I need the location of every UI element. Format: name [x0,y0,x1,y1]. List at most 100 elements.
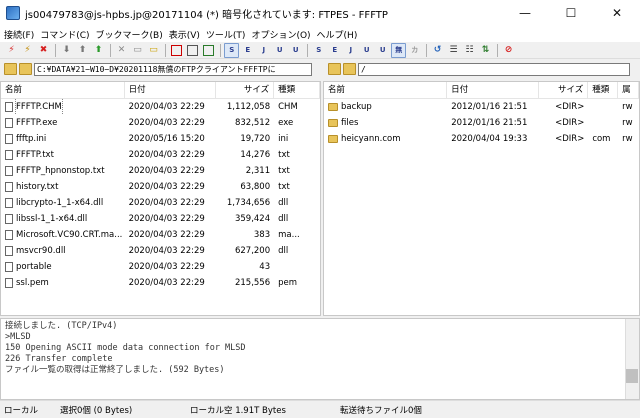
delete-icon[interactable]: ✕ [114,43,129,58]
quick-connect-icon[interactable]: ⚡ [20,43,35,58]
local-file-row[interactable]: ffftp.ini 2020/05/16 15:20 19,720 ini [1,131,320,147]
local-file-row[interactable]: libssl-1_1-x64.dll 2020/04/03 22:29 359,42… [1,211,320,227]
local-file-list[interactable]: 名前 日付 サイズ 種類 FFFTP.CHM 2020/04/03 22:29 1,… [0,81,321,316]
remote-file-size: <DIR> [555,102,585,112]
local-file-size: 383 [253,230,271,240]
local-file-type: exe [278,118,294,128]
maximize-button[interactable]: ☐ [548,0,594,26]
binary-mode-icon[interactable] [185,43,200,58]
log-window[interactable]: 接続しました. (TCP/IPv4) >MLSD 150 Opening ASC… [0,318,640,400]
menu-connect[interactable]: 接続(F) [4,28,34,41]
remote-file-attr: rw [622,118,633,128]
mkdir-icon[interactable]: ▭ [146,43,161,58]
rename-icon[interactable]: ▭ [130,43,145,58]
local-col-name[interactable]: 名前 [1,82,125,99]
remote-col-size[interactable]: サイズ [539,82,589,99]
menu-view[interactable]: 表示(V) [169,28,200,41]
kanji-utf8bom-local-icon[interactable]: U [375,43,390,58]
connect-icon[interactable]: ⚡ [4,43,19,58]
local-file-row[interactable]: history.txt 2020/04/03 22:29 63,800 txt [1,179,320,195]
sync-browse-icon[interactable]: ⇅ [478,43,493,58]
status-free-space: ローカル空 1.91T Bytes [190,405,286,416]
remote-col-name[interactable]: 名前 [324,82,448,99]
local-file-size: 832,512 [234,118,271,128]
upload-icon[interactable]: ⬆ [75,43,90,58]
remote-open-folder-icon[interactable] [343,63,356,75]
local-file-size: 359,424 [234,214,271,224]
local-file-row[interactable]: portable 2020/04/03 22:29 43 [1,259,320,275]
remote-file-date: 2020/04/04 19:33 [451,134,528,144]
kanji-jis-local-icon[interactable]: J [343,43,358,58]
ascii-mode-icon[interactable] [169,43,184,58]
local-file-row[interactable]: FFFTP_hpnonstop.txt 2020/04/03 22:29 2,311… [1,163,320,179]
close-button[interactable]: ✕ [594,0,640,26]
local-file-name: FFFTP.txt [1,147,125,163]
menu-command[interactable]: コマンド(C) [40,28,89,41]
local-file-name: portable [1,259,125,275]
remote-col-date[interactable]: 日付 [447,82,539,99]
local-file-size: 19,720 [240,134,271,144]
remote-file-row[interactable]: heicyann.com 2020/04/04 19:33 <DIR> com rw [324,131,639,147]
disconnect-icon[interactable]: ✖ [36,43,51,58]
local-path-input[interactable]: C:¥DATA¥21−W10−D¥20201118無償のFTPクライアントFFF… [34,62,312,76]
remote-file-list[interactable]: 名前 日付 サイズ 種類 属 backup 2012/01/16 21:51 <DI… [323,81,640,316]
remote-col-attr[interactable]: 属 [618,82,639,99]
log-scrollbar[interactable] [625,319,639,399]
kanji-euc-remote-icon[interactable]: E [240,43,255,58]
abort-icon[interactable]: ⊘ [501,43,516,58]
kanji-sjis-remote-icon[interactable]: S [224,42,239,58]
toolbar-separator [165,43,166,57]
menu-bookmark[interactable]: ブックマーク(B) [96,28,163,41]
local-file-row[interactable]: FFFTP.exe 2020/04/03 22:29 832,512 exe [1,115,320,131]
log-scroll-thumb[interactable] [626,369,638,383]
refresh-icon[interactable]: ↺ [430,43,445,58]
kanji-utf8-remote-icon[interactable]: U [272,43,287,58]
remote-file-name-text: files [341,118,359,128]
local-file-row[interactable]: ssl.pem 2020/04/03 22:29 215,556 pem [1,275,320,291]
local-file-name: ssl.pem [1,275,125,291]
kanji-utf8bom-remote-icon[interactable]: U [288,43,303,58]
toolbar-separator [110,43,111,57]
minimize-button[interactable]: — [502,0,548,26]
kanji-utf8-local-icon[interactable]: U [359,43,374,58]
local-file-row[interactable]: Microsoft.VC90.CRT.ma... 2020/04/03 22:29… [1,227,320,243]
remote-file-row[interactable]: backup 2012/01/16 21:51 <DIR> rw [324,99,639,115]
kanji-jis-remote-icon[interactable]: J [256,43,271,58]
list-view-icon[interactable]: ☰ [446,43,461,58]
local-up-folder-icon[interactable] [4,63,17,75]
local-file-row[interactable]: FFFTP.txt 2020/04/03 22:29 14,276 txt [1,147,320,163]
remote-file-row[interactable]: files 2012/01/16 21:51 <DIR> rw [324,115,639,131]
menu-options[interactable]: オプション(O) [251,28,310,41]
remote-path-input[interactable]: / [358,62,630,76]
remote-file-date: 2012/01/16 21:51 [451,118,528,128]
local-file-row[interactable]: FFFTP.CHM 2020/04/03 22:29 1,112,058 CHM [1,99,320,115]
no-conversion-icon[interactable]: 無 [391,42,406,58]
local-file-name-text: msvcr90.dll [16,246,66,256]
local-file-date: 2020/04/03 22:29 [128,166,205,176]
kana-conversion-icon[interactable]: カ [407,43,422,58]
download-icon[interactable]: ⬇ [59,43,74,58]
local-col-date[interactable]: 日付 [125,82,217,99]
remote-path-bar: / [328,62,638,76]
menu-help[interactable]: ヘルプ(H) [317,28,358,41]
local-open-folder-icon[interactable] [19,63,32,75]
menu-tools[interactable]: ツール(T) [206,28,246,41]
mirror-upload-icon[interactable]: ⬆ [91,43,106,58]
detail-view-icon[interactable]: ☷ [462,43,477,58]
local-file-row[interactable]: msvcr90.dll 2020/04/03 22:29 627,200 dll [1,243,320,259]
local-file-name: Microsoft.VC90.CRT.ma... [1,227,125,243]
folder-icon [328,135,338,143]
local-col-size[interactable]: サイズ [216,82,275,99]
local-file-name: ffftp.ini [1,131,125,147]
log-line: 接続しました. (TCP/IPv4) [5,321,118,331]
auto-mode-icon[interactable] [201,43,216,58]
remote-up-folder-icon[interactable] [328,63,341,75]
kanji-sjis-local-icon[interactable]: S [311,43,326,58]
local-file-type [274,259,320,275]
local-file-row[interactable]: libcrypto-1_1-x64.dll 2020/04/03 22:29 1,7… [1,195,320,211]
local-file-name-text: FFFTP.exe [16,118,58,128]
remote-file-name: backup [324,99,447,115]
kanji-euc-local-icon[interactable]: E [327,43,342,58]
remote-col-type[interactable]: 種類 [588,82,619,99]
local-col-type[interactable]: 種類 [274,82,320,99]
